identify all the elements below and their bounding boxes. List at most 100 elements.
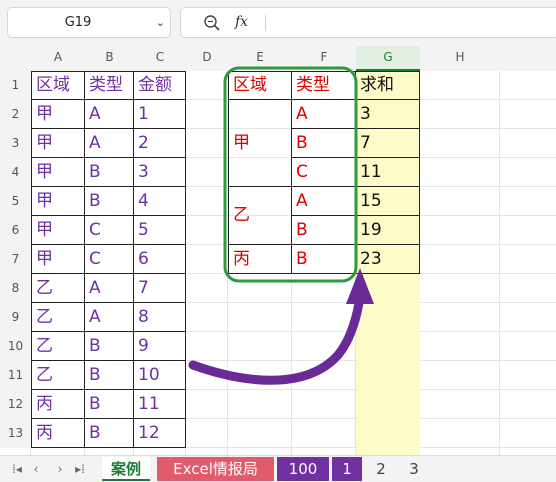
name-box[interactable]: G19 ⌄	[7, 7, 171, 38]
fx-icon[interactable]: fx	[235, 8, 248, 37]
source-data-cell[interactable]: 丙	[31, 390, 85, 419]
row-header-1[interactable]: 1	[0, 71, 31, 100]
row-header-3[interactable]: 3	[0, 129, 31, 158]
source-data-cell[interactable]: 甲	[31, 245, 85, 274]
source-data-cell[interactable]: 3	[134, 158, 186, 187]
formula-toolbar: G19 ⌄ fx	[0, 0, 556, 46]
summary-type-cell[interactable]: A	[292, 187, 356, 216]
zoom-icon[interactable]	[203, 14, 221, 32]
row-header-13[interactable]: 13	[0, 419, 31, 448]
sheet-tab-bar: ⁞◂ ‹ › ▸⁞ 案例 Excel情报局 100 1 2 3	[0, 455, 556, 482]
gridline-col	[499, 71, 500, 482]
source-data-cell[interactable]: 12	[134, 419, 186, 448]
row-header-6[interactable]: 6	[0, 216, 31, 245]
source-data-cell[interactable]: A	[85, 100, 134, 129]
source-data-cell[interactable]: B	[85, 187, 134, 216]
source-header-cell[interactable]: 金额	[134, 71, 186, 100]
source-data-cell[interactable]: 乙	[31, 361, 85, 390]
summary-sum-cell[interactable]: 3	[356, 100, 420, 129]
source-data-cell[interactable]: 甲	[31, 216, 85, 245]
row-header-10[interactable]: 10	[0, 332, 31, 361]
source-data-cell[interactable]: B	[85, 158, 134, 187]
source-header-cell[interactable]: 类型	[85, 71, 134, 100]
summary-sum-cell[interactable]: 23	[356, 245, 420, 274]
name-box-value[interactable]: G19	[8, 8, 148, 37]
last-sheet-icon[interactable]: ▸⁞	[72, 456, 88, 482]
column-header-e[interactable]: E	[228, 46, 292, 71]
source-data-cell[interactable]: B	[85, 419, 134, 448]
row-header-12[interactable]: 12	[0, 390, 31, 419]
source-data-cell[interactable]: C	[85, 245, 134, 274]
source-data-cell[interactable]: 10	[134, 361, 186, 390]
summary-type-cell[interactable]: C	[292, 158, 356, 187]
summary-type-cell[interactable]: B	[292, 129, 356, 158]
summary-type-cell[interactable]: A	[292, 100, 356, 129]
source-data-cell[interactable]: B	[85, 390, 134, 419]
source-data-cell[interactable]: A	[85, 303, 134, 332]
source-data-cell[interactable]: 11	[134, 390, 186, 419]
row-header-5[interactable]: 5	[0, 187, 31, 216]
source-data-cell[interactable]: 6	[134, 245, 186, 274]
row-header-9[interactable]: 9	[0, 303, 31, 332]
row-header-8[interactable]: 8	[0, 274, 31, 303]
summary-sum-cell[interactable]: 19	[356, 216, 420, 245]
formula-bar-divider	[265, 15, 266, 31]
source-data-cell[interactable]: A	[85, 129, 134, 158]
summary-sum-cell[interactable]: 7	[356, 129, 420, 158]
tab-1[interactable]: 1	[332, 457, 362, 481]
column-header-h[interactable]: H	[420, 46, 500, 71]
tab-3[interactable]: 3	[400, 457, 428, 481]
row-header-11[interactable]: 11	[0, 361, 31, 390]
column-header-a[interactable]: A	[31, 46, 85, 71]
row-header-2[interactable]: 2	[0, 100, 31, 129]
row-header-7[interactable]: 7	[0, 245, 31, 274]
formula-bar[interactable]: fx	[180, 7, 556, 38]
source-data-cell[interactable]: 4	[134, 187, 186, 216]
select-all-corner[interactable]	[0, 46, 31, 71]
column-header-g[interactable]: G	[356, 46, 420, 71]
prev-sheet-icon[interactable]: ‹	[28, 456, 44, 482]
source-data-cell[interactable]: A	[85, 274, 134, 303]
summary-region-cell[interactable]: 甲	[228, 100, 292, 187]
column-header-c[interactable]: C	[134, 46, 186, 71]
source-data-cell[interactable]: 乙	[31, 274, 85, 303]
first-sheet-icon[interactable]: ⁞◂	[9, 456, 25, 482]
summary-header-cell[interactable]: 区域	[228, 71, 292, 100]
tab-100[interactable]: 100	[277, 457, 329, 481]
row-header-4[interactable]: 4	[0, 158, 31, 187]
source-data-cell[interactable]: 甲	[31, 129, 85, 158]
summary-type-cell[interactable]: B	[292, 245, 356, 274]
summary-header-cell[interactable]: 类型	[292, 71, 356, 100]
source-data-cell[interactable]: 7	[134, 274, 186, 303]
source-data-cell[interactable]: 丙	[31, 419, 85, 448]
source-data-cell[interactable]: 1	[134, 100, 186, 129]
summary-header-cell[interactable]: 求和	[356, 71, 420, 100]
source-header-cell[interactable]: 区域	[31, 71, 85, 100]
tab-案例[interactable]: 案例	[102, 457, 150, 481]
tab-2[interactable]: 2	[367, 457, 395, 481]
source-data-cell[interactable]: B	[85, 361, 134, 390]
source-data-cell[interactable]: 乙	[31, 332, 85, 361]
source-data-cell[interactable]: 9	[134, 332, 186, 361]
summary-region-cell[interactable]: 乙	[228, 187, 292, 245]
summary-sum-cell[interactable]: 15	[356, 187, 420, 216]
summary-region-cell[interactable]: 丙	[228, 245, 292, 274]
column-header-d[interactable]: D	[186, 46, 228, 71]
source-data-cell[interactable]: C	[85, 216, 134, 245]
source-data-cell[interactable]: 甲	[31, 100, 85, 129]
source-data-cell[interactable]: 5	[134, 216, 186, 245]
source-data-cell[interactable]: 8	[134, 303, 186, 332]
source-data-cell[interactable]: 甲	[31, 187, 85, 216]
column-header-f[interactable]: F	[292, 46, 356, 71]
source-data-cell[interactable]: 乙	[31, 303, 85, 332]
summary-sum-cell[interactable]: 11	[356, 158, 420, 187]
source-data-cell[interactable]: B	[85, 332, 134, 361]
chevron-down-icon[interactable]: ⌄	[156, 8, 165, 37]
source-data-cell[interactable]: 甲	[31, 158, 85, 187]
column-header-b[interactable]: B	[85, 46, 134, 71]
next-sheet-icon[interactable]: ›	[52, 456, 68, 482]
source-data-cell[interactable]: 2	[134, 129, 186, 158]
tab-excel-qingbaoju[interactable]: Excel情报局	[157, 457, 274, 481]
summary-type-cell[interactable]: B	[292, 216, 356, 245]
curved-arrow	[188, 291, 365, 385]
